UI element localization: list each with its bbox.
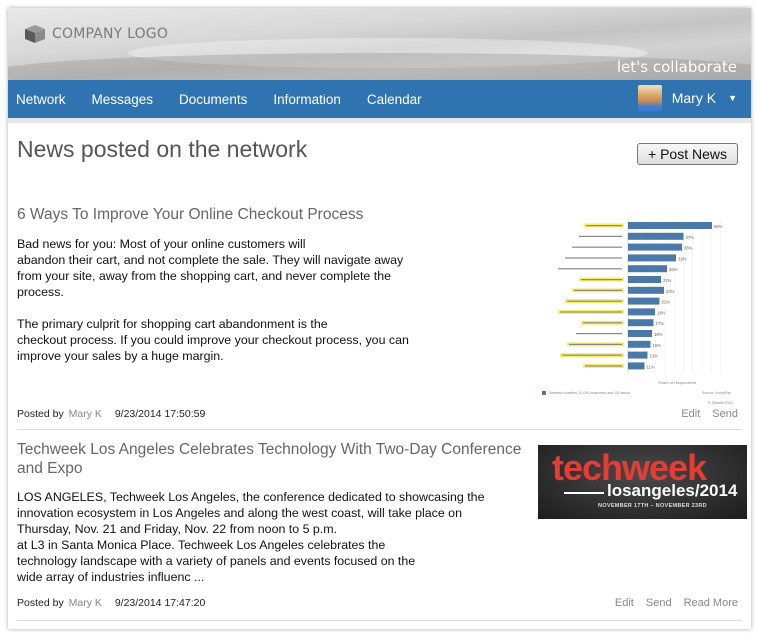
author-link[interactable]: Mary K (69, 408, 102, 420)
article-title[interactable]: Techweek Los Angeles Celebrates Technolo… (17, 440, 532, 478)
chart-category-label (567, 300, 622, 302)
chart-data-label: 37% (686, 235, 695, 240)
chart-bar (628, 297, 660, 305)
read-more-link[interactable]: Read More (684, 597, 738, 609)
chart-data-label: 13% (650, 354, 659, 359)
techweek-image[interactable]: techweek losangeles/2014 NOVEMBER 17TH –… (538, 445, 747, 519)
chart-category-label (585, 365, 622, 367)
chart-info-icon (542, 391, 546, 395)
header-banner: COMPANY LOGO let's collaborate (8, 8, 751, 80)
chart-copyright: © Statista 2013 (708, 401, 733, 405)
nav-network[interactable]: Network (8, 92, 79, 107)
chart-data-label: 36% (684, 246, 693, 251)
posted-by-label: Posted by (17, 597, 64, 609)
company-logo[interactable]: COMPANY LOGO (24, 24, 168, 44)
chart-x-axis-label: Share of respondents (658, 380, 696, 385)
chart-category-label (574, 289, 622, 291)
chart-category-label (576, 333, 622, 335)
chart-data-label: 15% (653, 343, 662, 348)
chart-data-label: 17% (656, 321, 665, 326)
chart-bar (628, 340, 651, 348)
techweek-dates: NOVEMBER 17TH – NOVEMBER 23RD (598, 503, 707, 509)
chart-note: Selected countries; 10,000 consumers and… (549, 391, 631, 395)
send-link[interactable]: Send (646, 597, 672, 609)
chart-category-label (586, 225, 622, 227)
chart-data-label: 11% (647, 364, 655, 369)
article-actions: Edit Send (681, 408, 738, 420)
post-news-button[interactable]: + Post News (637, 143, 738, 165)
article-meta: Posted by Mary K 9/23/2014 17:50:59 (17, 408, 205, 420)
divider (17, 429, 742, 430)
chart-bar (628, 286, 664, 294)
chart-data-label: 18% (657, 310, 666, 315)
tagline: let's collaborate (616, 58, 737, 76)
chart-data-label: 22% (663, 278, 672, 283)
post-date: 9/23/2014 17:47:20 (114, 597, 206, 609)
chart-bar (628, 351, 648, 359)
chart-bar (628, 362, 645, 370)
chart-category-label (572, 246, 622, 248)
user-menu[interactable]: Mary K ▼ (637, 85, 737, 111)
chart-category-label (579, 235, 622, 237)
chart-data-label: 26% (669, 267, 678, 272)
article-chart-image[interactable]: 56% 37% 36% 32% 26% 22% 24% 21% 18% 17% 16% 15% 13% 1… (532, 208, 742, 408)
nav-information[interactable]: Information (265, 92, 354, 107)
chart-data-label: 16% (654, 332, 663, 337)
chart-data-label: 21% (662, 300, 671, 305)
chart-category-label (560, 311, 622, 313)
nav-subbar (8, 118, 751, 123)
chart-bar (628, 265, 667, 273)
caret-down-icon: ▼ (728, 93, 737, 103)
techweek-city: losangeles/2014 (607, 481, 738, 500)
chart-bar (628, 222, 712, 229)
user-name: Mary K (671, 90, 717, 106)
chart-source: Source: WorldPay (702, 391, 731, 395)
author-link[interactable]: Mary K (69, 597, 102, 609)
chart-category-label (569, 343, 622, 345)
chart-data-label: 24% (666, 289, 675, 294)
chart-data-label: 56% (714, 224, 723, 229)
chart-category-label (583, 322, 622, 324)
chart-bar (628, 243, 682, 251)
chart-bar (628, 254, 676, 262)
nav-calendar[interactable]: Calendar (359, 92, 435, 107)
chart-bar (628, 232, 684, 240)
edit-link[interactable]: Edit (681, 408, 700, 420)
app-window: COMPANY LOGO let's collaborate Network M… (8, 8, 751, 629)
post-date: 9/23/2014 17:50:59 (114, 408, 206, 420)
chart-category-label (562, 354, 622, 356)
article-actions: Edit Send Read More (615, 597, 738, 609)
chart-category-label (565, 257, 622, 259)
chart-bar (628, 308, 655, 316)
chart-bar (628, 276, 661, 283)
chart-category-label (558, 268, 622, 270)
nav-documents[interactable]: Documents (171, 92, 260, 107)
divider (17, 620, 742, 621)
article-meta: Posted by Mary K 9/23/2014 17:47:20 (17, 597, 205, 609)
chart-category-label (581, 279, 622, 281)
logo-text: COMPANY LOGO (52, 26, 169, 42)
chart-data-label: 32% (678, 256, 687, 261)
nav-messages[interactable]: Messages (84, 92, 167, 107)
send-link[interactable]: Send (712, 408, 738, 420)
posted-by-label: Posted by (17, 408, 64, 420)
page-title: News posted on the network (17, 136, 308, 162)
user-avatar (637, 85, 662, 111)
techweek-line (564, 492, 604, 494)
chart-bar (628, 319, 654, 327)
edit-link[interactable]: Edit (615, 597, 634, 609)
cube-icon (25, 25, 45, 43)
chart-bar (628, 330, 652, 337)
main-nav: Network Messages Documents Information C… (8, 80, 751, 118)
